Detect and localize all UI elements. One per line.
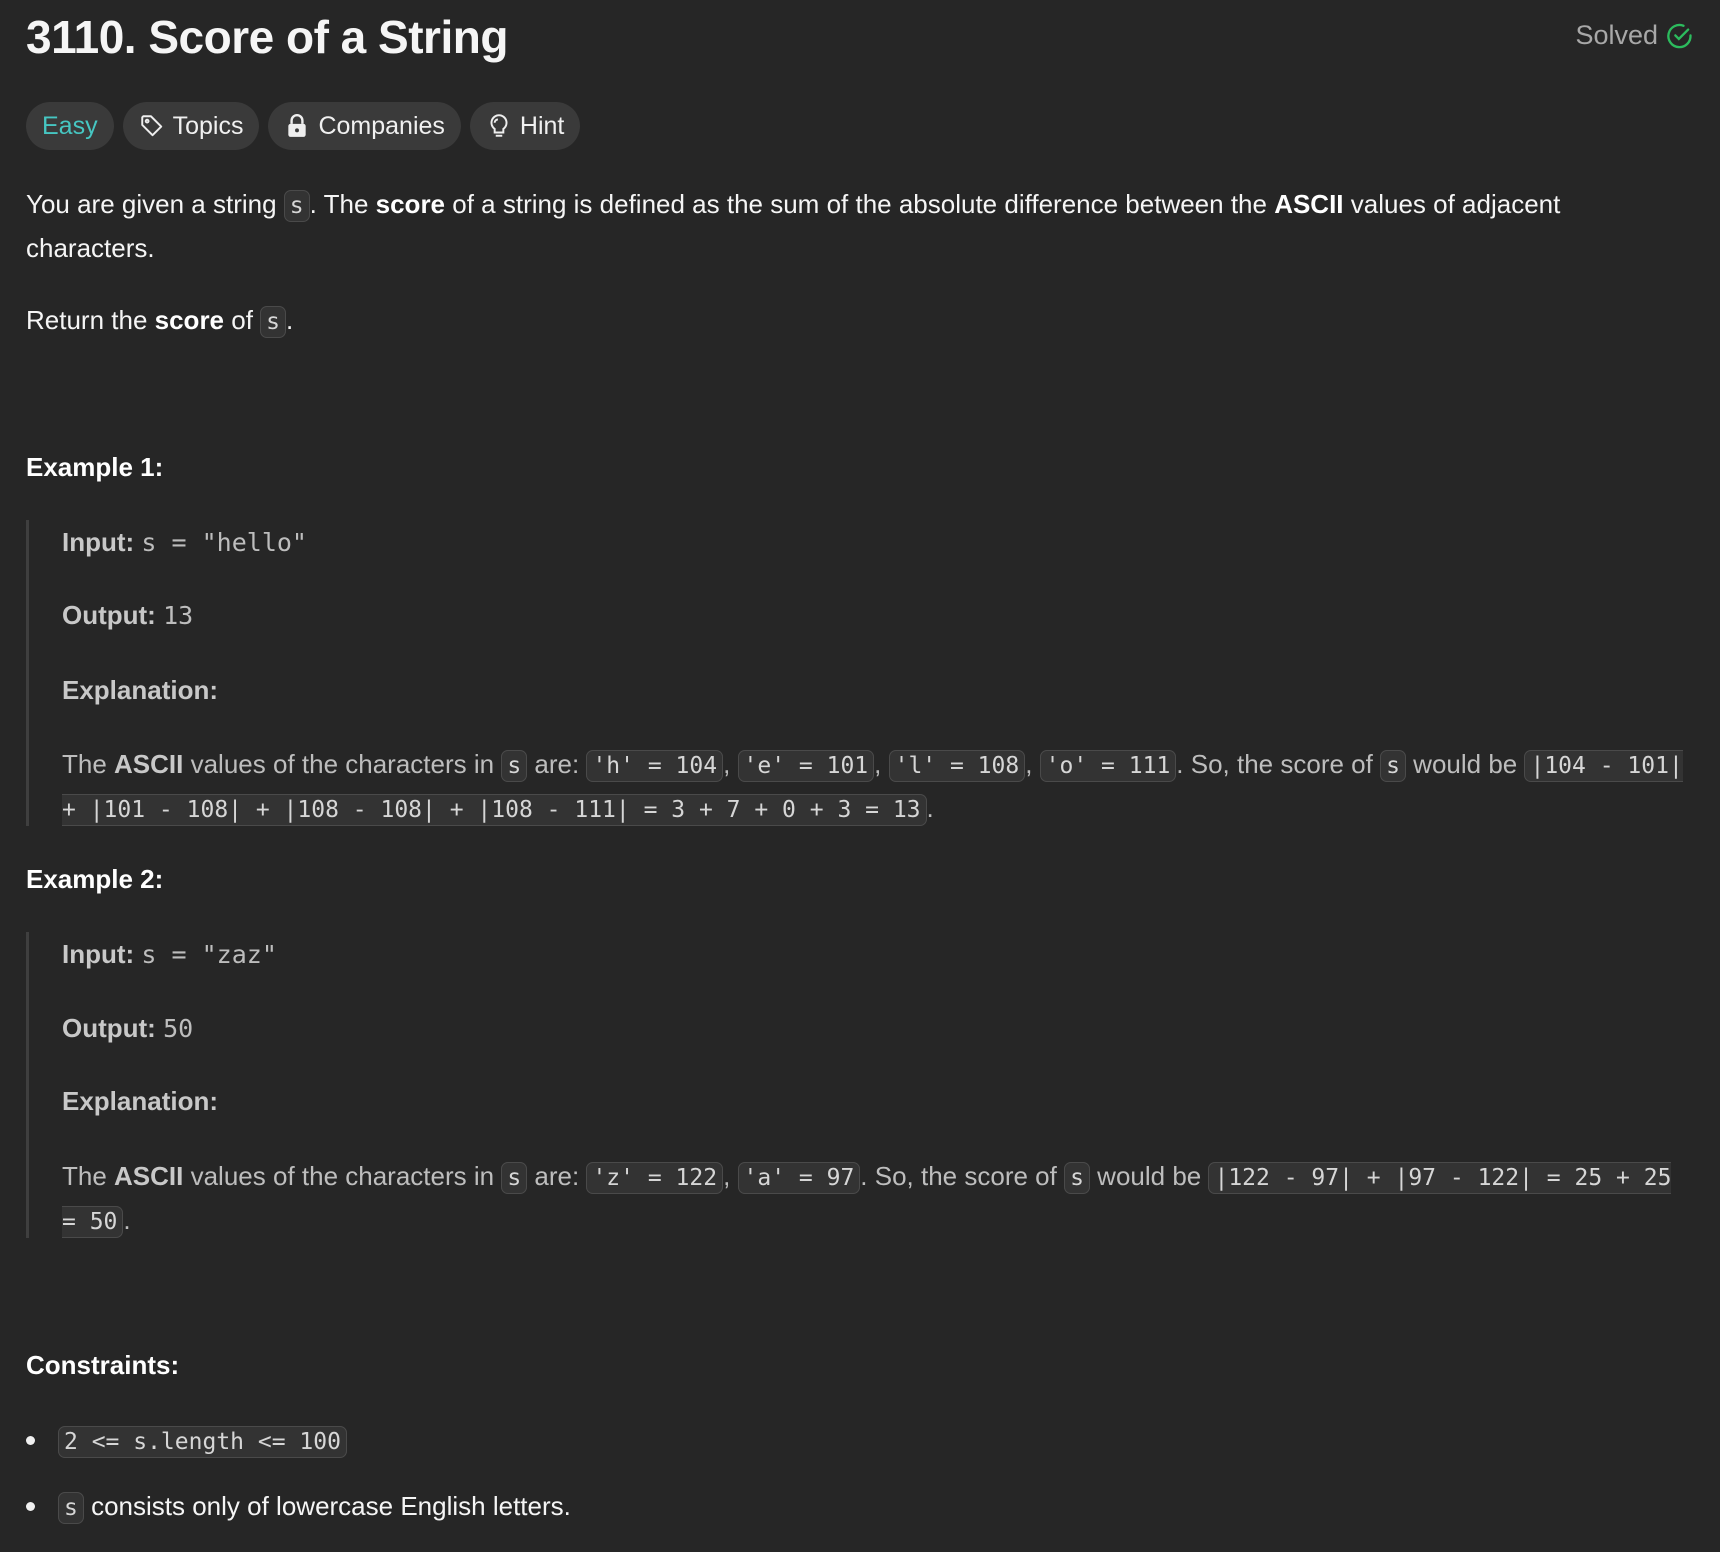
example-2-input: Input: s = "zaz" (62, 933, 1694, 976)
mono-value: s = "hello" (141, 528, 307, 557)
inline-code: 'z' = 122 (586, 1162, 724, 1194)
mono-value: s = "zaz" (141, 940, 277, 969)
text: would be (1405, 749, 1525, 779)
topics-label: Topics (172, 111, 244, 140)
example-2-border (26, 932, 29, 1238)
text: are: (527, 1161, 587, 1191)
tag-icon (140, 115, 162, 137)
bold-text: Explanation: (62, 1086, 219, 1116)
companies-label: Companies (318, 111, 445, 140)
text: . So, the score of (1176, 749, 1381, 779)
check-circle-icon (1667, 23, 1692, 48)
constraint-2: s consists only of lowercase English let… (58, 1485, 1720, 1529)
text: You are given a string (26, 189, 284, 219)
bold-text: score (375, 189, 446, 219)
constraint-1: 2 <= s.length <= 100 (58, 1419, 1720, 1463)
companies-button[interactable]: Companies (268, 102, 461, 150)
text: . The (309, 189, 376, 219)
problem-title: 3110. Score of a String (26, 11, 508, 63)
example-2-heading: Example 2: (26, 864, 164, 894)
text: are: (527, 749, 587, 779)
inline-code: s (260, 306, 287, 338)
text: . (286, 305, 294, 335)
example-2-explanation-label: Explanation: (62, 1080, 1694, 1122)
inline-code: s (501, 1162, 528, 1194)
bold-text: score (154, 305, 225, 335)
topics-button[interactable]: Topics (122, 102, 260, 150)
solved-status: Solved (1575, 20, 1694, 51)
text: . (926, 793, 934, 823)
text: would be (1089, 1161, 1209, 1191)
lightbulb-icon (490, 114, 508, 137)
text: values of the characters in (183, 749, 502, 779)
inline-code: s (58, 1492, 84, 1524)
text: . So, the score of (860, 1161, 1065, 1191)
text: , (723, 749, 738, 779)
bold-text: ASCII (114, 749, 184, 779)
text: The (62, 749, 115, 779)
text: Return the (26, 305, 155, 335)
example-1-border (26, 520, 29, 826)
example-1-explanation-label: Explanation: (62, 669, 1694, 711)
mono-value: 13 (163, 601, 194, 630)
inline-code: 'e' = 101 (737, 750, 875, 782)
inline-code: s (1064, 1162, 1090, 1194)
hint-label: Hint (519, 111, 565, 140)
constraints-heading: Constraints: (26, 1350, 180, 1380)
example-1-explanation: The ASCII values of the characters in s … (62, 743, 1694, 831)
text: , (874, 749, 889, 779)
bullet (26, 1436, 35, 1445)
example-2-output: Output: 50 (62, 1007, 1694, 1050)
inline-code: 'h' = 104 (586, 750, 724, 782)
bold-text: Input: (62, 939, 142, 969)
bold-text: ASCII (1274, 189, 1344, 219)
bold-text: Output: (62, 600, 164, 630)
bullet (26, 1502, 35, 1511)
bold-text: Explanation: (62, 675, 219, 705)
text: of a string is defined as the sum of the… (445, 189, 1275, 219)
bold-text: Input: (62, 527, 142, 557)
hint-button[interactable]: Hint (469, 102, 581, 150)
example-2-explanation: The ASCII values of the characters in s … (62, 1155, 1694, 1243)
example-1-heading: Example 1: (26, 452, 164, 482)
inline-code: s (501, 750, 528, 782)
inline-code: 2 <= s.length <= 100 (58, 1426, 347, 1458)
description: You are given a string s. The score of a… (26, 183, 1694, 269)
text: consists only of lowercase English lette… (83, 1491, 571, 1521)
difficulty-badge[interactable]: Easy (26, 102, 114, 150)
lock-icon (288, 114, 307, 137)
inline-code: s (1380, 750, 1406, 782)
solved-label: Solved (1575, 20, 1658, 50)
text: The (62, 1161, 115, 1191)
return-statement: Return the score of s. (26, 299, 1694, 343)
bold-text: ASCII (114, 1161, 184, 1191)
text: , (1025, 749, 1040, 779)
text: values of the characters in (183, 1161, 502, 1191)
text: , (723, 1161, 738, 1191)
text: of (224, 305, 261, 335)
inline-code: s (283, 190, 310, 222)
inline-code: 'a' = 97 (737, 1162, 861, 1194)
example-1-input: Input: s = "hello" (62, 521, 1694, 564)
bold-text: Output: (62, 1013, 164, 1043)
example-1-output: Output: 13 (62, 594, 1694, 637)
mono-value: 50 (163, 1014, 194, 1043)
tag-bar: Easy Topics Companies Hint (26, 102, 581, 150)
text: . (123, 1205, 131, 1235)
inline-code: 'o' = 111 (1039, 750, 1177, 782)
inline-code: 'l' = 108 (888, 750, 1026, 782)
